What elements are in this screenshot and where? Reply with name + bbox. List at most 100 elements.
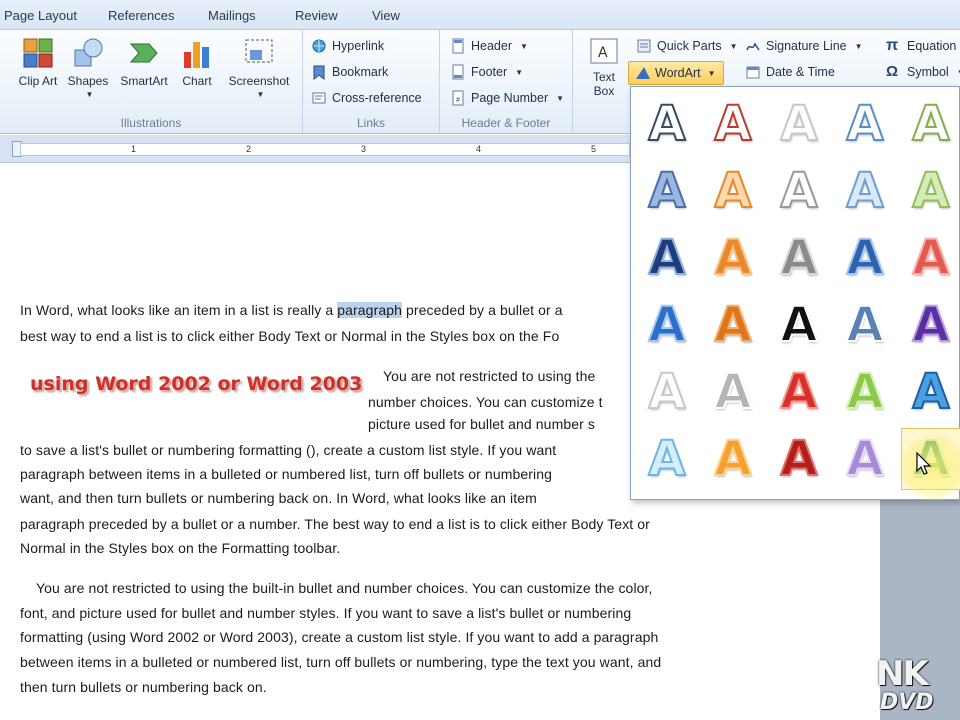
chart-button[interactable]: Chart xyxy=(172,36,222,114)
ruler-number: 1 xyxy=(131,144,137,154)
wordart-letter-icon: A xyxy=(779,297,818,353)
quick-parts-label: Quick Parts xyxy=(657,39,722,53)
cross-reference-icon xyxy=(312,92,326,104)
shapes-button[interactable]: Shapes ▼ xyxy=(62,36,114,114)
wordart-style-swatch[interactable]: A xyxy=(703,227,763,289)
wordart-icon xyxy=(636,67,650,79)
wordart-letter-icon: A xyxy=(647,297,686,353)
horizontal-ruler[interactable]: 1 2 3 4 5 xyxy=(0,135,630,163)
date-time-label: Date & Time xyxy=(766,65,835,79)
footer-button[interactable]: Footer ▼ xyxy=(450,61,523,83)
wordart-object[interactable]: using Word 2002 or Word 2003 xyxy=(30,373,362,395)
paragraph-line: formatting (using Word 2002 or Word 2003… xyxy=(20,629,659,645)
wordart-letter-icon: A xyxy=(845,163,884,219)
wordart-letter-icon: A xyxy=(647,163,686,219)
shapes-icon xyxy=(74,38,103,67)
equation-button[interactable]: π Equation xyxy=(886,35,956,57)
tab-mailings[interactable]: Mailings xyxy=(208,8,256,23)
clip-art-label: Clip Art xyxy=(18,74,58,88)
wordart-letter-icon: A xyxy=(647,364,686,420)
page-number-label: Page Number xyxy=(471,91,549,105)
wordart-style-swatch[interactable]: A xyxy=(901,93,960,155)
wordart-letter-icon: A xyxy=(713,297,752,353)
page-number-button[interactable]: # Page Number ▼ xyxy=(450,87,564,109)
wordart-letter-icon: A xyxy=(779,96,818,152)
wordart-letter-icon: A xyxy=(845,230,884,286)
shapes-label: Shapes xyxy=(67,74,109,88)
wordart-letter-icon: A xyxy=(911,96,950,152)
header-button[interactable]: Header ▼ xyxy=(450,35,528,57)
nk-dvd-logo: NK DVD xyxy=(872,654,956,716)
header-icon xyxy=(452,38,464,54)
screenshot-button[interactable]: Screenshot ▼ xyxy=(222,36,296,114)
wordart-gallery: AAAAAAAAAAAAAAAAAAAAAAAAAAAAAA xyxy=(630,86,960,500)
tab-page-layout[interactable]: Page Layout xyxy=(4,8,77,23)
signature-line-button[interactable]: Signature Line ▼ xyxy=(745,35,863,57)
paragraph-line: best way to end a list is to click eithe… xyxy=(20,328,560,344)
wordart-style-swatch[interactable]: A xyxy=(637,428,697,490)
cross-reference-button[interactable]: Cross-reference xyxy=(311,87,422,109)
wordart-style-swatch[interactable]: A xyxy=(835,428,895,490)
cross-reference-label: Cross-reference xyxy=(332,91,422,105)
wordart-style-swatch[interactable]: A xyxy=(703,294,763,356)
tab-references[interactable]: References xyxy=(108,8,174,23)
wordart-style-swatch[interactable]: A xyxy=(637,227,697,289)
paragraph-line: between items in a bulleted or numbered … xyxy=(20,654,662,670)
wordart-style-swatch[interactable]: A xyxy=(835,160,895,222)
bookmark-icon xyxy=(313,65,325,80)
wordart-style-swatch[interactable]: A xyxy=(703,361,763,423)
quick-parts-button[interactable]: Quick Parts ▼ xyxy=(636,35,738,57)
wordart-letter-icon: A xyxy=(647,230,686,286)
tab-review[interactable]: Review xyxy=(295,8,338,23)
wordart-letter-icon: A xyxy=(779,230,818,286)
wordart-letter-icon: A xyxy=(845,364,884,420)
wordart-style-swatch[interactable]: A xyxy=(835,93,895,155)
wordart-style-swatch[interactable]: A xyxy=(703,93,763,155)
ruler-number: 4 xyxy=(476,144,482,154)
paragraph-line: paragraph between items in a bulleted or… xyxy=(20,466,552,482)
paragraph-line: picture used for bullet and number s xyxy=(368,416,595,432)
tab-view[interactable]: View xyxy=(372,8,400,23)
paragraph-line: then turn bullets or numbering back on. xyxy=(20,679,267,695)
selected-word[interactable]: paragraph xyxy=(337,302,402,318)
smartart-label: SmartArt xyxy=(120,74,168,88)
clip-art-button[interactable]: Clip Art xyxy=(12,36,64,114)
hyperlink-button[interactable]: Hyperlink xyxy=(311,35,384,57)
wordart-letter-icon: A xyxy=(713,364,752,420)
wordart-style-swatch[interactable]: A xyxy=(703,428,763,490)
wordart-style-swatch[interactable]: A xyxy=(637,160,697,222)
wordart-style-swatch[interactable]: A xyxy=(703,160,763,222)
header-footer-group-label: Header & Footer xyxy=(461,116,551,130)
paragraph-line: want, and then turn bullets or numbering… xyxy=(20,490,537,506)
links-group: Hyperlink Bookmark Cross-reference Links xyxy=(303,30,440,134)
wordart-style-swatch[interactable]: A xyxy=(769,160,829,222)
symbol-button[interactable]: Ω Symbol▼ xyxy=(886,61,960,83)
wordart-style-swatch[interactable]: A xyxy=(637,93,697,155)
wordart-style-swatch[interactable]: A xyxy=(901,361,960,423)
chart-icon xyxy=(184,42,209,68)
smartart-icon xyxy=(129,43,158,63)
wordart-style-swatch[interactable]: A xyxy=(835,227,895,289)
wordart-style-swatch[interactable]: A xyxy=(637,361,697,423)
text-box-button[interactable]: A Text Box xyxy=(581,36,627,114)
date-time-button[interactable]: Date & Time xyxy=(745,61,835,83)
wordart-letter-icon: A xyxy=(911,364,950,420)
smartart-button[interactable]: SmartArt xyxy=(114,36,174,114)
wordart-style-swatch[interactable]: A xyxy=(769,93,829,155)
paragraph-line: You are not restricted to using the xyxy=(383,368,596,384)
wordart-style-swatch[interactable]: A xyxy=(901,294,960,356)
wordart-letter-icon: A xyxy=(845,96,884,152)
wordart-style-swatch[interactable]: A xyxy=(769,428,829,490)
wordart-button[interactable]: WordArt ▼ xyxy=(628,61,724,85)
header-footer-group: Header ▼ Footer ▼ # Page Number ▼ Header & … xyxy=(440,30,573,134)
wordart-letter-icon: A xyxy=(845,431,884,487)
wordart-style-swatch[interactable]: A xyxy=(835,294,895,356)
wordart-style-swatch[interactable]: A xyxy=(769,294,829,356)
wordart-style-swatch[interactable]: A xyxy=(769,227,829,289)
wordart-style-swatch[interactable]: A xyxy=(637,294,697,356)
wordart-style-swatch[interactable]: A xyxy=(901,160,960,222)
wordart-style-swatch[interactable]: A xyxy=(835,361,895,423)
wordart-style-swatch[interactable]: A xyxy=(901,227,960,289)
wordart-style-swatch[interactable]: A xyxy=(769,361,829,423)
bookmark-button[interactable]: Bookmark xyxy=(311,61,388,83)
